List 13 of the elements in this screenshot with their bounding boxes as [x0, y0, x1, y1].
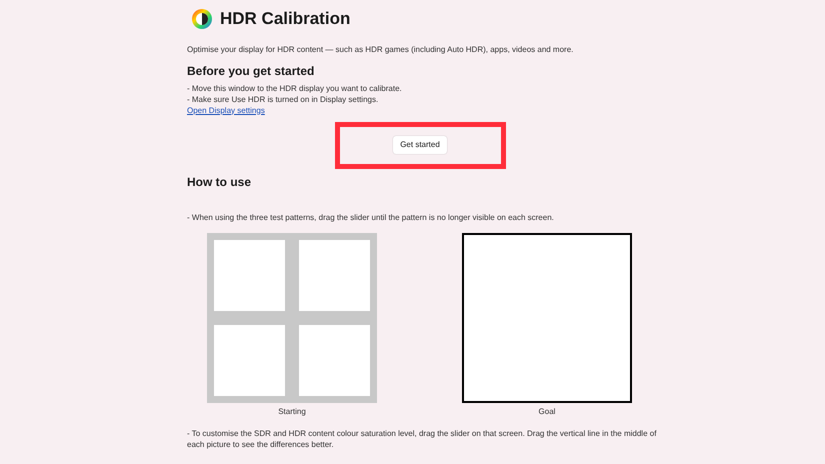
intro-text: Optimise your display for HDR content — such as HDR games (including Auto HDR), apps, videos and more.: [187, 44, 574, 54]
instruction-text: - Move this window to the HDR display you want to calibrate.: [187, 82, 403, 94]
app-title: HDR Calibration: [220, 8, 350, 30]
color-wheel-icon: [192, 8, 212, 29]
pattern-caption: Goal: [538, 406, 556, 418]
instruction-text: - When using the three test patterns, drag the slider until the pattern is no longer visible on each screen.: [187, 212, 555, 222]
section-heading: Before you get started: [187, 64, 316, 78]
instruction-text: - Make sure Use HDR is turned on in Display settings.: [187, 94, 380, 104]
display-settings-link[interactable]: Open Display settings: [187, 104, 265, 116]
pattern-caption: Starting: [278, 406, 306, 418]
get-started-button[interactable]: Get started: [393, 136, 447, 154]
section-heading: How to use: [187, 174, 252, 190]
note-text: - To customise the SDR and HDR content colour saturation level, drag the slider on that screen. Drag the vertical line in the middle of each picture to see the differences better.: [187, 428, 658, 450]
